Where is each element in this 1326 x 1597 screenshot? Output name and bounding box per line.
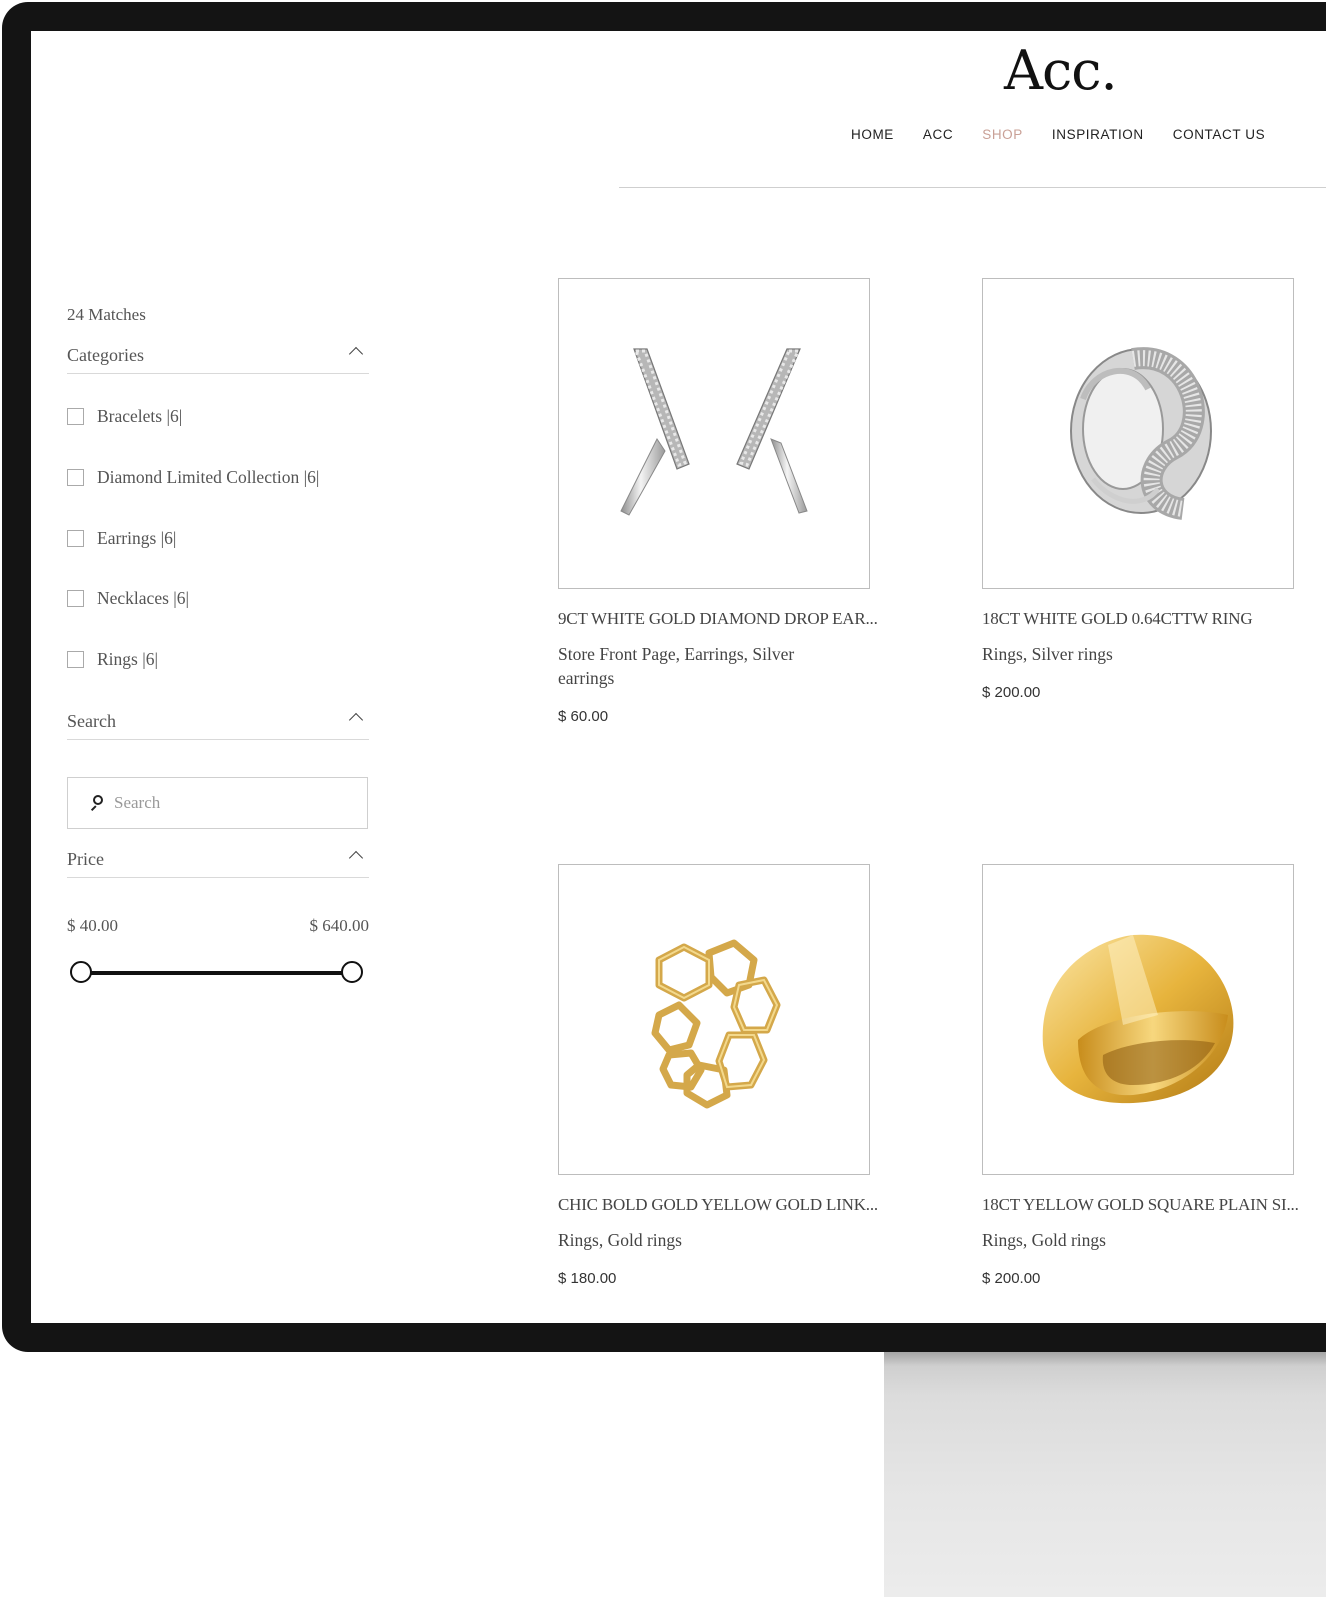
nav-shop[interactable]: SHOP	[982, 127, 1023, 142]
nav-inspiration[interactable]: INSPIRATION	[1052, 127, 1144, 142]
product-categories[interactable]: Rings, Silver rings	[982, 642, 1272, 666]
category-checkbox[interactable]	[67, 407, 84, 425]
product-card[interactable]: 9CT WHITE GOLD DIAMOND DROP EAR... Store…	[558, 278, 878, 725]
category-label: Necklaces |6|	[97, 587, 190, 608]
main-nav: HOME ACC SHOP INSPIRATION CONTACT US	[851, 127, 1265, 142]
category-checkbox[interactable]	[67, 529, 84, 547]
gold-link-ring-icon	[651, 939, 781, 1109]
category-item-rings[interactable]: Rings |6|	[67, 648, 158, 670]
product-price: $ 200.00	[982, 684, 1041, 701]
chevron-up-icon[interactable]	[348, 346, 364, 362]
product-image[interactable]	[982, 864, 1294, 1175]
product-name[interactable]: 9CT WHITE GOLD DIAMOND DROP EAR...	[558, 609, 888, 629]
price-header[interactable]: Price	[67, 849, 369, 878]
white-gold-diamond-ring-icon	[1070, 347, 1212, 520]
categories-title: Categories	[67, 345, 144, 365]
site-logo[interactable]: Acc.	[1004, 39, 1124, 102]
product-card[interactable]: 18CT WHITE GOLD 0.64CTTW RING Rings, Sil…	[982, 278, 1294, 701]
categories-header[interactable]: Categories	[67, 345, 369, 374]
search-input[interactable]	[114, 793, 334, 813]
match-count: 24 Matches	[67, 305, 146, 324]
search-title: Search	[67, 711, 116, 731]
price-slider-max-handle[interactable]	[341, 961, 363, 983]
product-categories[interactable]: Rings, Gold rings	[982, 1228, 1272, 1252]
search-field[interactable]	[67, 777, 368, 829]
category-item-necklaces[interactable]: Necklaces |6|	[67, 587, 189, 609]
price-max-value: $ 640.00	[309, 916, 370, 935]
price-title: Price	[67, 849, 104, 869]
product-categories[interactable]: Store Front Page, Earrings, Silver earri…	[558, 642, 848, 690]
category-item-bracelets[interactable]: Bracelets |6|	[67, 405, 182, 427]
product-image[interactable]	[982, 278, 1294, 589]
nav-contact-us[interactable]: CONTACT US	[1173, 127, 1266, 142]
category-item-diamond-limited-collection[interactable]: Diamond Limited Collection |6|	[67, 466, 319, 488]
product-name[interactable]: CHIC BOLD GOLD YELLOW GOLD LINK...	[558, 1195, 888, 1215]
product-price: $ 60.00	[558, 708, 609, 725]
product-image[interactable]	[558, 278, 870, 589]
category-label: Rings |6|	[97, 648, 158, 669]
category-checkbox[interactable]	[67, 589, 84, 607]
nav-home[interactable]: HOME	[851, 127, 894, 142]
chevron-up-icon[interactable]	[348, 850, 364, 866]
price-slider-min-handle[interactable]	[70, 961, 92, 983]
category-checkbox[interactable]	[67, 468, 84, 486]
monitor-stand	[884, 1352, 1326, 1597]
product-card[interactable]: 18CT YELLOW GOLD SQUARE PLAIN SI... Ring…	[982, 864, 1299, 1287]
product-card[interactable]: CHIC BOLD GOLD YELLOW GOLD LINK... Rings…	[558, 864, 878, 1287]
gold-signet-ring-icon	[1042, 934, 1234, 1104]
product-price: $ 180.00	[558, 1270, 617, 1287]
search-header[interactable]: Search	[67, 711, 369, 740]
nav-acc[interactable]: ACC	[923, 127, 953, 142]
search-icon	[90, 795, 106, 811]
chevron-up-icon[interactable]	[348, 712, 364, 728]
product-categories[interactable]: Rings, Gold rings	[558, 1228, 848, 1252]
category-label: Earrings |6|	[97, 527, 177, 548]
product-price: $ 200.00	[982, 1270, 1041, 1287]
price-slider-track[interactable]	[81, 971, 353, 975]
product-image[interactable]	[558, 864, 870, 1175]
category-label: Diamond Limited Collection |6|	[97, 466, 320, 487]
header-divider	[619, 187, 1326, 188]
category-checkbox[interactable]	[67, 650, 84, 668]
product-name[interactable]: 18CT YELLOW GOLD SQUARE PLAIN SI...	[982, 1195, 1312, 1215]
price-min-value: $ 40.00	[67, 916, 118, 935]
silver-drop-earrings-icon	[620, 348, 808, 516]
product-name[interactable]: 18CT WHITE GOLD 0.64CTTW RING	[982, 609, 1312, 629]
browser-screen: Acc. HOME ACC SHOP INSPIRATION CONTACT U…	[31, 31, 1326, 1323]
category-item-earrings[interactable]: Earrings |6|	[67, 527, 176, 549]
category-label: Bracelets |6|	[97, 405, 183, 426]
